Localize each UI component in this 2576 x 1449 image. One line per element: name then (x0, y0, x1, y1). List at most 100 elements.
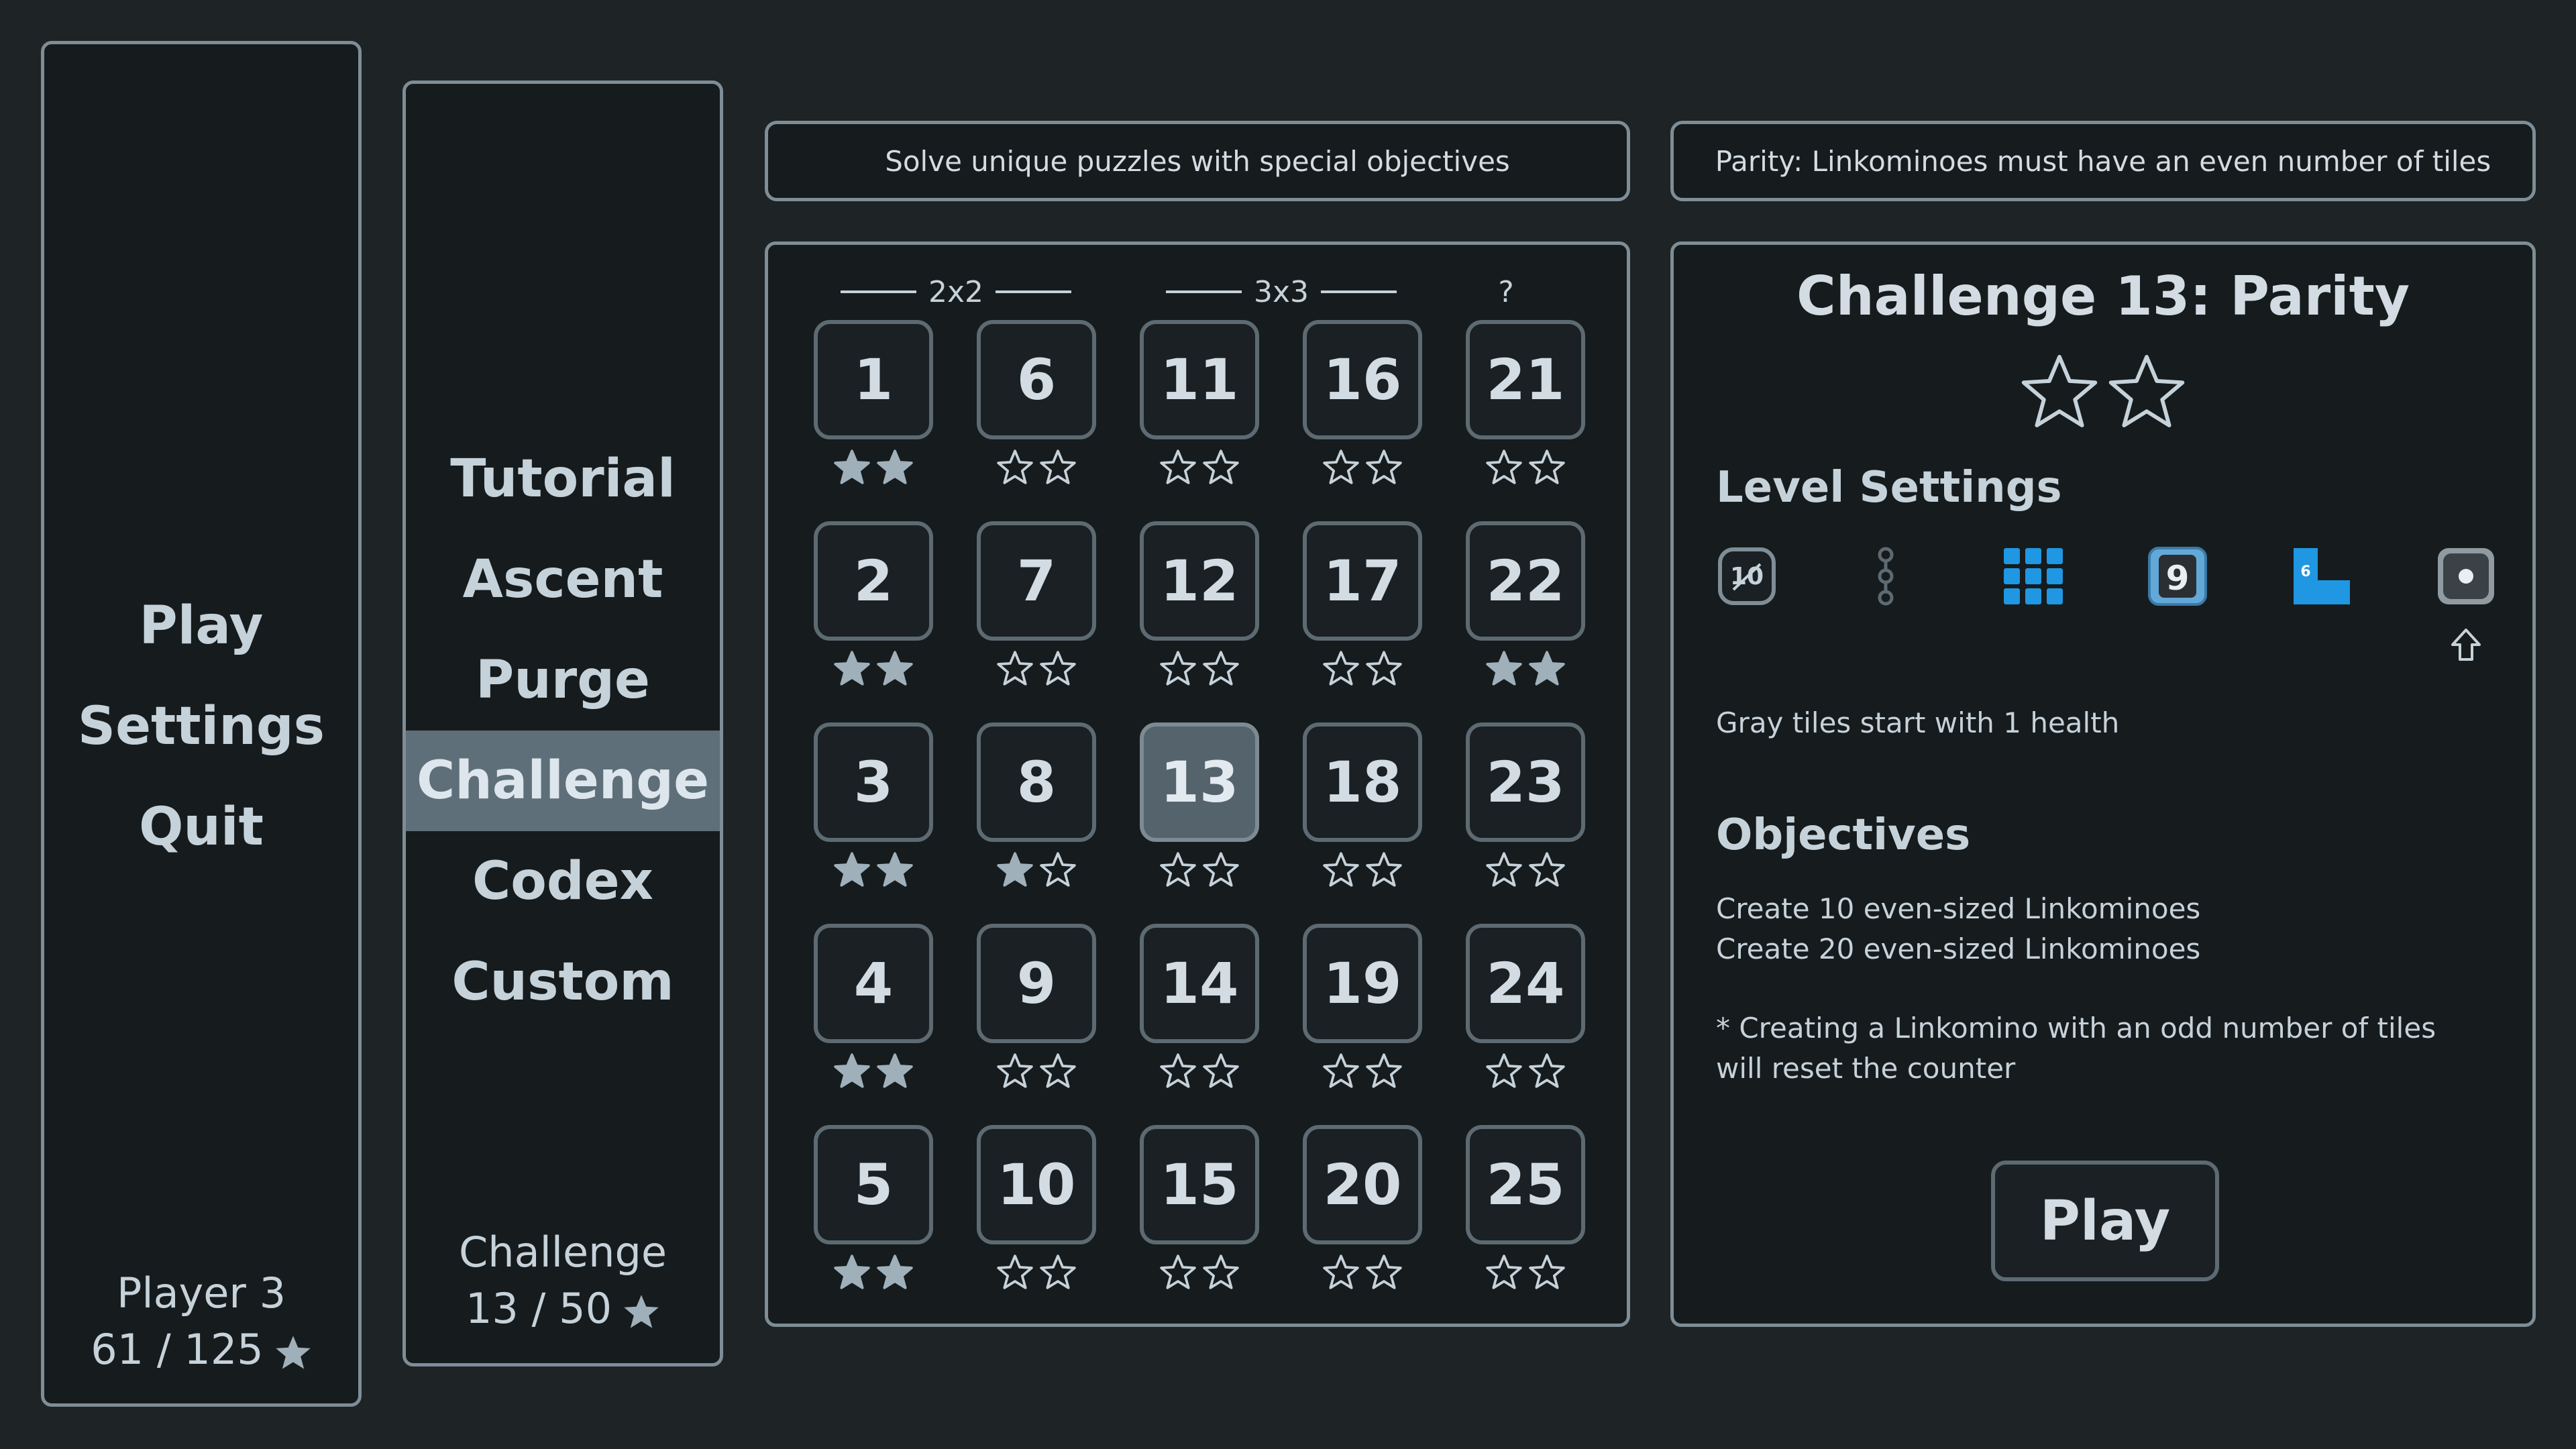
star-filled-icon (997, 852, 1033, 887)
mode-menu-purge[interactable]: Purge (406, 630, 720, 731)
level-tile-24[interactable]: 24 (1466, 924, 1585, 1043)
level-tile-15[interactable]: 15 (1140, 1125, 1259, 1244)
mode-menu-codex[interactable]: Codex (406, 831, 720, 932)
mode-progress-stars: 13 / 50 (406, 1281, 720, 1337)
level-tile-17[interactable]: 17 (1303, 521, 1422, 641)
group-label-2x2: 2x2 (828, 272, 1083, 312)
level-tile-14[interactable]: 14 (1140, 924, 1259, 1043)
level-stars-7 (977, 650, 1096, 690)
main-menu-play[interactable]: Play (44, 576, 358, 676)
star-outline-icon (1529, 1254, 1565, 1289)
level-tile-4[interactable]: 4 (814, 924, 933, 1043)
player-name: Player 3 (116, 1269, 286, 1318)
star-outline-icon (1366, 1053, 1402, 1088)
level-tile-23[interactable]: 23 (1466, 722, 1585, 842)
star-outline-icon (1323, 449, 1359, 484)
star-outline-icon (1160, 449, 1196, 484)
level-stars-3 (814, 851, 933, 892)
timer-setting-icon: 10 (1718, 547, 1776, 605)
star-outline-icon (997, 1254, 1033, 1289)
star-outline-icon (1323, 651, 1359, 686)
mode-menu-challenge[interactable]: Challenge (406, 731, 720, 831)
level-tile-16[interactable]: 16 (1303, 320, 1422, 439)
level-stars-8 (977, 851, 1096, 892)
challenge-hint: Parity: Linkominoes must have an even nu… (1715, 144, 2491, 178)
level-tile-11[interactable]: 11 (1140, 320, 1259, 439)
star-outline-icon (1486, 1254, 1522, 1289)
level-stars-11 (1140, 449, 1259, 489)
chain-link-icon (1878, 547, 1894, 606)
star-filled-icon (1529, 651, 1565, 686)
level-tile-21[interactable]: 21 (1466, 320, 1585, 439)
level-stars-13 (1140, 851, 1259, 892)
mode-menu-panel: Tutorial Ascent Purge Challenge Codex Cu… (402, 80, 723, 1366)
level-stars-10 (977, 1254, 1096, 1294)
star-outline-icon (997, 651, 1033, 686)
star-outline-icon (1040, 1254, 1076, 1289)
level-tile-3[interactable]: 3 (814, 722, 933, 842)
star-outline-icon (1160, 1053, 1196, 1088)
level-stars-24 (1466, 1053, 1585, 1093)
level-tile-1[interactable]: 1 (814, 320, 933, 439)
level-tile-10[interactable]: 10 (977, 1125, 1096, 1244)
level-stars-1 (814, 449, 933, 489)
level-tile-5[interactable]: 5 (814, 1125, 933, 1244)
level-stars-18 (1303, 851, 1422, 892)
star-outline-icon (1323, 852, 1359, 887)
star-outline-icon (1323, 1254, 1359, 1289)
level-tile-20[interactable]: 20 (1303, 1125, 1422, 1244)
level-tile-2[interactable]: 2 (814, 521, 933, 641)
challenge-title: Challenge 13: Parity (1796, 265, 2410, 327)
level-stars-5 (814, 1254, 933, 1294)
main-menu-settings[interactable]: Settings (44, 676, 358, 777)
main-menu-quit[interactable]: Quit (44, 777, 358, 877)
star-filled-icon (834, 1053, 870, 1088)
objective-1: Create 10 even-sized Linkominoes (1716, 892, 2201, 925)
star-outline-icon (1203, 852, 1239, 887)
mode-progress-title: Challenge (459, 1228, 667, 1277)
objective-2: Create 20 even-sized Linkominoes (1716, 932, 2201, 965)
level-stars-4 (814, 1053, 933, 1093)
challenge-star-rating (1674, 352, 2532, 430)
mode-menu-ascent[interactable]: Ascent (406, 529, 720, 630)
star-outline-icon (997, 1053, 1033, 1088)
star-outline-icon (1529, 1053, 1565, 1088)
group-label-unknown: ? (1498, 274, 1514, 309)
star-outline-icon (1203, 1254, 1239, 1289)
objectives-heading: Objectives (1716, 810, 1971, 860)
level-tile-6[interactable]: 6 (977, 320, 1096, 439)
level-tile-22[interactable]: 22 (1466, 521, 1585, 641)
star-filled-icon (1486, 651, 1522, 686)
mode-menu-custom[interactable]: Custom (406, 932, 720, 1032)
star-icon (624, 1295, 659, 1328)
level-stars-15 (1140, 1254, 1259, 1294)
level-stars-12 (1140, 650, 1259, 690)
play-challenge-button[interactable]: Play (1991, 1161, 2219, 1281)
grid-size-icon (2004, 548, 2063, 604)
star-filled-icon (877, 1053, 913, 1088)
level-tile-19[interactable]: 19 (1303, 924, 1422, 1043)
linkomino-shape-icon: 6 (2294, 548, 2350, 604)
mode-menu-tutorial[interactable]: Tutorial (406, 429, 720, 529)
level-tile-9[interactable]: 9 (977, 924, 1096, 1043)
star-icon (276, 1336, 311, 1369)
level-tile-7[interactable]: 7 (977, 521, 1096, 641)
objectives-footnote: * Creating a Linkomino with an odd numbe… (1716, 1012, 2436, 1085)
level-tile-12[interactable]: 12 (1140, 521, 1259, 641)
challenge-detail-panel: Challenge 13: Parity Level Settings 10 9… (1670, 241, 2536, 1327)
player-star-count: 61 / 125 (44, 1322, 358, 1378)
level-stars-20 (1303, 1254, 1422, 1294)
main-menu-panel: Play Settings Quit Player 3 61 / 125 (41, 41, 362, 1407)
level-tile-18[interactable]: 18 (1303, 722, 1422, 842)
star-outline-icon (1486, 852, 1522, 887)
level-tile-8[interactable]: 8 (977, 722, 1096, 842)
selected-arrow-up-icon (2451, 629, 2481, 661)
level-tile-25[interactable]: 25 (1466, 1125, 1585, 1244)
level-settings-heading: Level Settings (1716, 463, 2062, 513)
level-tile-13[interactable]: 13 (1140, 722, 1259, 842)
challenge-hint-box: Parity: Linkominoes must have an even nu… (1670, 121, 2536, 201)
level-stars-23 (1466, 851, 1585, 892)
star-outline-icon (1160, 852, 1196, 887)
player-info: Player 3 61 / 125 (44, 1265, 358, 1378)
star-outline-icon (2021, 355, 2098, 427)
